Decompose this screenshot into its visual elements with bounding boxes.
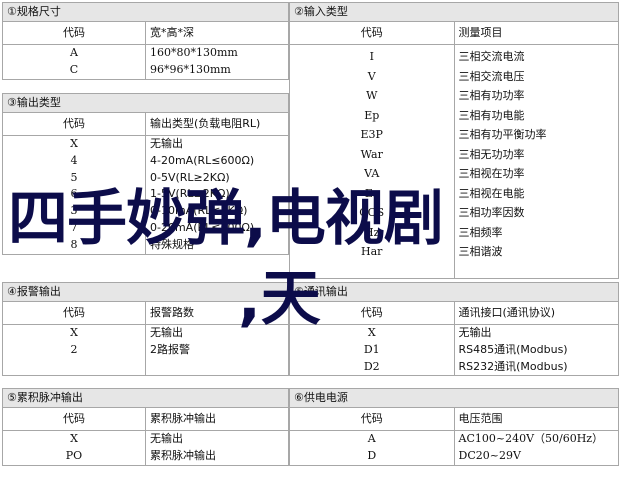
row-code: X D1 D2 <box>289 323 455 377</box>
col-header-desc: 测量项目 <box>453 21 619 45</box>
section-title: ⑤累积脉冲输出 <box>2 388 289 408</box>
section-power-supply: ⑥供电电源 代码 电压范围 AD AC100~240V（50/60Hz） DC20~… <box>289 388 619 466</box>
col-header-desc: 报警路数 <box>145 301 289 325</box>
row-desc: 无输出 2路报警 <box>145 323 289 377</box>
col-header-code: 代码 <box>289 21 455 45</box>
col-header-desc: 通讯接口(通讯协议) <box>453 301 619 325</box>
section-input-type: ②输入类型 代码 测量项目 I V W Ep E3P War VA Es COS Hz Har 三相交… <box>289 2 619 279</box>
row-desc: 无输出 累积脉冲输出 <box>145 430 289 466</box>
row-desc: 无输出 4-20mA(RL≤600Ω) 0-5V(RL≥2KΩ) 1-5V(RL≥2K… <box>145 135 289 255</box>
row-code: X PO <box>2 430 146 466</box>
section-title: ①规格尺寸 <box>2 2 289 22</box>
section-title: ④报警输出 <box>2 282 289 302</box>
col-header-code: 代码 <box>2 407 146 431</box>
row-code: X2 <box>2 323 146 377</box>
col-header-code: 代码 <box>289 301 455 325</box>
row-desc: 三相交流电流 三相交流电压 三相有功功率 三相有功电能 三相有功平衡功率 三相无功功率 三相… <box>453 44 619 279</box>
col-header-desc: 宽*高*深 <box>145 21 289 45</box>
section-title: ②输入类型 <box>289 2 619 22</box>
row-code: I V W Ep E3P War VA Es COS Hz Har <box>289 44 455 279</box>
section-size-spec: ①规格尺寸 代码 宽*高*深 AC 160*80*130mm 96*96*130mm <box>2 2 289 80</box>
section-alarm-output: ④报警输出 代码 报警路数 X2 无输出 2路报警 <box>2 282 289 377</box>
row-desc: 无输出 RS485通讯(Modbus) RS232通讯(Modbus) <box>453 323 619 377</box>
col-header-code: 代码 <box>2 301 146 325</box>
section-title: ⑥供电电源 <box>289 388 619 408</box>
row-desc: 160*80*130mm 96*96*130mm <box>145 44 289 80</box>
section-output-type: ③输出类型 代码 输出类型(负载电阻RL) X456378 无输出 4-20mA(R… <box>2 93 289 255</box>
section-pulse-output: ⑤累积脉冲输出 代码 累积脉冲输出 X PO 无输出 累积脉冲输出 <box>2 388 289 466</box>
col-header-code: 代码 <box>289 407 455 431</box>
col-header-code: 代码 <box>2 112 146 136</box>
row-code: AC <box>2 44 146 80</box>
col-header-desc: 累积脉冲输出 <box>145 407 289 431</box>
col-header-desc: 输出类型(负载电阻RL) <box>145 112 289 136</box>
row-desc: AC100~240V（50/60Hz） DC20~29V <box>453 430 619 466</box>
section-comm-output: ⑤通讯输出 代码 通讯接口(通讯协议) X D1 D2 无输出 RS485通讯(Modb… <box>289 282 619 377</box>
col-header-desc: 电压范围 <box>453 407 619 431</box>
section-title: ⑤通讯输出 <box>289 282 619 302</box>
col-header-code: 代码 <box>2 21 146 45</box>
section-title: ③输出类型 <box>2 93 289 113</box>
row-code: X456378 <box>2 135 146 255</box>
row-code: AD <box>289 430 455 466</box>
